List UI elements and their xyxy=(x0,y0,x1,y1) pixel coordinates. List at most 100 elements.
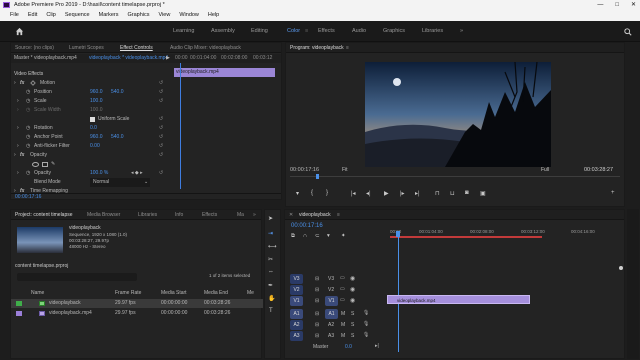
track-output-icon[interactable]: ▭ xyxy=(340,297,345,303)
timeline-scrollbar[interactable] xyxy=(619,226,623,356)
motion-row[interactable]: › fx Motion ↺ xyxy=(11,79,281,88)
reset-icon[interactable]: ↺ xyxy=(159,88,163,97)
workspace-graphics[interactable]: Graphics xyxy=(383,21,405,42)
microphone-icon[interactable]: 🎙 xyxy=(363,321,369,327)
sync-lock-icon[interactable]: ⊟ xyxy=(315,298,319,304)
track-select-tool-icon[interactable]: ⇥ xyxy=(268,230,273,237)
tab-lumetri-scopes[interactable]: Lumetri Scopes xyxy=(69,43,104,53)
maximize-button[interactable]: □ xyxy=(615,0,619,10)
reset-icon[interactable]: ↺ xyxy=(159,97,163,106)
source-patch-v1[interactable]: V1 xyxy=(290,296,303,306)
program-scrubber[interactable] xyxy=(290,176,620,177)
play-only-icon[interactable]: ▶ xyxy=(166,54,170,63)
anchor-y-value[interactable]: 540.0 xyxy=(111,133,124,142)
workspace-editing[interactable]: Editing xyxy=(251,21,268,42)
linked-selection-icon[interactable]: ⊂ xyxy=(315,233,320,239)
stopwatch-icon[interactable]: ◷ xyxy=(26,169,30,178)
tab-audio-clip-mixer[interactable]: Audio Clip Mixer: videoplayback xyxy=(170,43,241,53)
table-row[interactable]: videoplayback.mp4 29.97 fps 00:00:00:00 … xyxy=(11,309,263,318)
tab-effect-controls[interactable]: Effect Controls xyxy=(120,43,153,53)
tab-effects[interactable]: Effects xyxy=(202,210,217,220)
sync-lock-icon[interactable]: ⊟ xyxy=(315,287,319,293)
close-button[interactable]: ✕ xyxy=(631,0,636,10)
panel-menu-icon[interactable]: ≡ xyxy=(346,43,349,53)
keyframe-nav-icon[interactable]: ◂ ◆ ▸ xyxy=(131,169,143,178)
expand-arrow-icon[interactable]: › xyxy=(17,124,19,133)
hand-tool-icon[interactable]: ✋ xyxy=(268,295,275,302)
razor-tool-icon[interactable]: ✂ xyxy=(268,256,273,263)
source-patch-a[interactable]: A3 xyxy=(290,331,303,341)
reset-icon[interactable]: ↺ xyxy=(159,142,163,151)
add-marker-icon[interactable]: ▾ xyxy=(327,233,330,239)
uniform-scale-checkbox[interactable] xyxy=(90,117,95,122)
eye-icon[interactable]: ◉ xyxy=(350,275,355,282)
play-icon[interactable]: ▶ xyxy=(384,190,389,197)
go-to-out-icon[interactable]: ▸| xyxy=(415,190,420,197)
expand-arrow-icon[interactable]: › xyxy=(14,151,16,160)
pen-tool-icon[interactable]: ✒ xyxy=(268,282,273,289)
more-workspaces-icon[interactable]: » xyxy=(460,21,463,42)
stopwatch-icon[interactable]: ◷ xyxy=(26,97,30,106)
opacity-section-row[interactable]: › fx Opacity ↺ xyxy=(11,151,281,160)
label-color-swatch[interactable] xyxy=(16,301,22,306)
mute-button[interactable]: M xyxy=(341,333,345,339)
tab-markers[interactable]: Ma xyxy=(237,210,244,220)
stopwatch-icon[interactable]: ◷ xyxy=(26,133,30,142)
slip-tool-icon[interactable]: ⇔ xyxy=(268,269,274,275)
track-output-icon[interactable]: ▭ xyxy=(340,286,345,292)
reset-icon[interactable]: ↺ xyxy=(159,133,163,142)
microphone-icon[interactable]: 🎙 xyxy=(363,310,369,316)
master-label[interactable]: Master * videoplayback.mp4 xyxy=(14,54,77,63)
workspace-learning[interactable]: Learning xyxy=(173,21,194,42)
close-icon[interactable]: ✕ xyxy=(289,210,293,220)
sync-lock-icon[interactable]: ⊟ xyxy=(315,311,319,317)
fit-select[interactable]: Fit xyxy=(342,167,348,173)
workspace-audio[interactable]: Audio xyxy=(352,21,366,42)
quality-select[interactable]: Full xyxy=(541,167,549,173)
menu-sequence[interactable]: Sequence xyxy=(65,10,90,21)
sync-lock-icon[interactable]: ⊟ xyxy=(315,276,319,282)
tab-program[interactable]: Program: videoplayback xyxy=(290,43,344,53)
clip-selector[interactable]: videoplayback * videoplayback.mp4 xyxy=(89,54,168,63)
sequence-thumbnail[interactable] xyxy=(17,227,63,253)
program-playhead[interactable] xyxy=(316,174,319,179)
rectangle-mask-icon[interactable] xyxy=(42,162,48,167)
menu-markers[interactable]: Markers xyxy=(99,10,119,21)
home-icon[interactable] xyxy=(15,27,24,36)
mark-in-icon[interactable]: { xyxy=(311,190,313,196)
type-tool-icon[interactable]: T xyxy=(269,308,273,314)
v1-clip[interactable]: videoplayback.mp4 xyxy=(387,295,530,304)
column-media-more[interactable]: Me xyxy=(247,289,254,298)
solo-button[interactable]: S xyxy=(351,333,354,339)
column-media-start[interactable]: Media Start xyxy=(161,289,187,298)
tab-project[interactable]: Project: content timelapse xyxy=(15,210,73,220)
solo-button[interactable]: S xyxy=(351,322,354,328)
settings-wrench-icon[interactable]: ✦ xyxy=(341,233,346,239)
reset-icon[interactable]: ↺ xyxy=(159,124,163,133)
column-frame-rate[interactable]: Frame Rate xyxy=(115,289,141,298)
menu-file[interactable]: File xyxy=(10,10,19,21)
ripple-edit-tool-icon[interactable]: ⟷ xyxy=(268,243,277,250)
timeline-timecode[interactable]: 00:00:17:16 xyxy=(291,223,323,229)
extract-icon[interactable]: ⊔ xyxy=(450,190,455,197)
solo-button[interactable]: S xyxy=(351,311,354,317)
lift-icon[interactable]: ⊓ xyxy=(435,190,440,197)
stopwatch-icon[interactable]: ◷ xyxy=(26,88,30,97)
expand-arrow-icon[interactable]: › xyxy=(17,142,19,151)
add-button-icon[interactable]: + xyxy=(611,190,615,196)
scroll-handle[interactable] xyxy=(619,266,623,270)
timeline-ruler[interactable]: 00:00 00:01:04:00 00:02:08:00 00:03:12:0… xyxy=(390,223,622,237)
microphone-icon[interactable]: 🎙 xyxy=(363,332,369,338)
video-frame[interactable] xyxy=(365,62,551,167)
scale-value[interactable]: 100.0 xyxy=(90,97,103,106)
workspace-color[interactable]: Color xyxy=(287,21,300,42)
tab-libraries[interactable]: Libraries xyxy=(138,210,157,220)
program-timecode[interactable]: 00:00:17:16 xyxy=(290,167,319,173)
track-label-a1[interactable]: A1 xyxy=(325,309,338,319)
reset-icon[interactable]: ↺ xyxy=(159,169,163,178)
eye-icon[interactable]: ◉ xyxy=(350,297,355,304)
step-back-icon[interactable]: ◂| xyxy=(366,190,371,197)
menu-help[interactable]: Help xyxy=(208,10,219,21)
sync-lock-icon[interactable]: ⊟ xyxy=(315,333,319,339)
chevron-down-icon[interactable]: ⌄ xyxy=(144,178,148,187)
